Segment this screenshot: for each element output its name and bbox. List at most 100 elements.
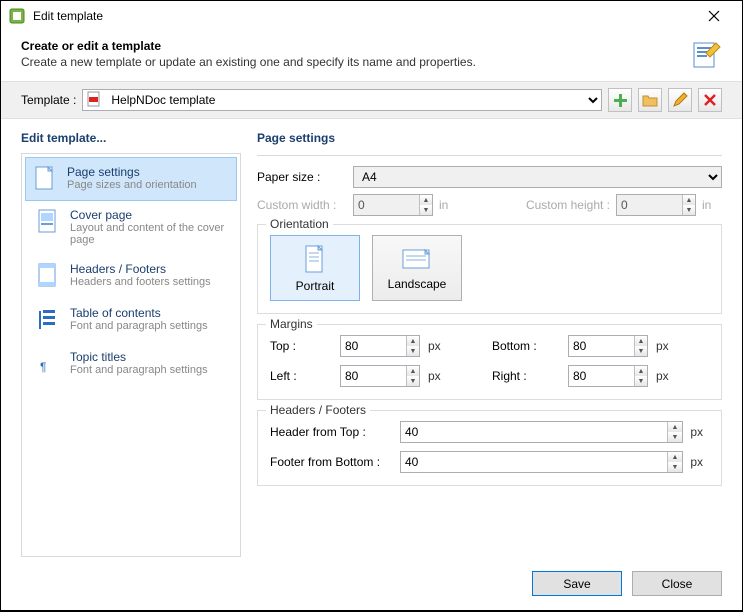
sidebar-title: Edit template... bbox=[21, 131, 241, 145]
spin-down-icon[interactable]: ▼ bbox=[635, 346, 647, 356]
add-template-button[interactable] bbox=[608, 88, 632, 112]
spin-up-icon: ▲ bbox=[420, 195, 432, 205]
footer: Save Close bbox=[1, 561, 742, 610]
margins-legend: Margins bbox=[266, 317, 317, 331]
toc-icon bbox=[36, 306, 60, 334]
hf-legend: Headers / Footers bbox=[266, 403, 370, 417]
spin-up-icon: ▲ bbox=[683, 195, 695, 205]
app-icon bbox=[9, 8, 25, 24]
margin-bottom-label: Bottom : bbox=[492, 339, 568, 353]
margin-left-input[interactable] bbox=[341, 366, 406, 386]
edit-template-button[interactable] bbox=[668, 88, 692, 112]
footer-from-bottom-input[interactable] bbox=[401, 452, 667, 472]
header-from-top-label: Header from Top : bbox=[270, 425, 400, 439]
landscape-label: Landscape bbox=[388, 277, 447, 291]
footer-from-bottom-spin[interactable]: ▲▼ bbox=[400, 451, 683, 473]
delete-template-button[interactable] bbox=[698, 88, 722, 112]
margins-group: Margins Top : ▲▼ px Bottom : ▲▼ px Left … bbox=[257, 324, 722, 400]
header-subtitle: Create a new template or update an exist… bbox=[21, 55, 690, 69]
svg-text:¶: ¶ bbox=[40, 360, 46, 374]
spin-up-icon[interactable]: ▲ bbox=[635, 336, 647, 346]
portrait-page-icon bbox=[302, 244, 328, 276]
orientation-portrait-button[interactable]: Portrait bbox=[270, 235, 360, 301]
window-title: Edit template bbox=[33, 9, 694, 23]
orientation-landscape-button[interactable]: Landscape bbox=[372, 235, 462, 301]
unit-in: in bbox=[439, 198, 459, 212]
pilcrow-icon: ¶ bbox=[36, 350, 60, 378]
sidebar-item-topic-titles[interactable]: ¶ Topic titles Font and paragraph settin… bbox=[26, 342, 236, 386]
unit-px: px bbox=[656, 369, 676, 383]
header: Create or edit a template Create a new t… bbox=[1, 31, 742, 81]
margin-right-spin[interactable]: ▲▼ bbox=[568, 365, 648, 387]
spin-up-icon[interactable]: ▲ bbox=[668, 452, 682, 462]
titlebar: Edit template bbox=[1, 1, 742, 31]
header-title: Create or edit a template bbox=[21, 39, 690, 53]
template-edit-icon bbox=[690, 39, 722, 71]
sidebar-item-desc: Layout and content of the cover page bbox=[70, 222, 226, 246]
margin-right-input[interactable] bbox=[569, 366, 634, 386]
unit-px: px bbox=[683, 455, 703, 469]
template-select[interactable]: HelpNDoc template bbox=[82, 89, 602, 111]
header-from-top-spin[interactable]: ▲▼ bbox=[400, 421, 683, 443]
sidebar-item-label: Page settings bbox=[67, 165, 197, 179]
sidebar-item-desc: Headers and footers settings bbox=[70, 276, 211, 288]
portrait-label: Portrait bbox=[296, 279, 335, 293]
unit-px: px bbox=[428, 369, 448, 383]
main-title: Page settings bbox=[257, 131, 722, 145]
custom-width-label: Custom width : bbox=[257, 198, 347, 212]
unit-px: px bbox=[428, 339, 448, 353]
custom-height-label: Custom height : bbox=[526, 198, 610, 212]
sidebar: Edit template... Page settings Page size… bbox=[21, 131, 241, 557]
close-window-button[interactable] bbox=[694, 2, 734, 30]
spin-down-icon[interactable]: ▼ bbox=[668, 432, 682, 442]
sidebar-item-cover-page[interactable]: Cover page Layout and content of the cov… bbox=[26, 200, 236, 254]
sidebar-item-table-of-contents[interactable]: Table of contents Font and paragraph set… bbox=[26, 298, 236, 342]
orientation-legend: Orientation bbox=[266, 217, 333, 231]
spin-down-icon[interactable]: ▼ bbox=[668, 462, 682, 472]
sidebar-item-label: Table of contents bbox=[70, 306, 208, 320]
custom-height-spin: ▲▼ bbox=[616, 194, 696, 216]
spin-down-icon: ▼ bbox=[420, 205, 432, 215]
sidebar-item-desc: Font and paragraph settings bbox=[70, 364, 208, 376]
spin-up-icon[interactable]: ▲ bbox=[407, 366, 419, 376]
unit-px: px bbox=[683, 425, 703, 439]
custom-width-spin: ▲▼ bbox=[353, 194, 433, 216]
main-pane: Page settings Paper size : A4 Custom wid… bbox=[257, 131, 722, 557]
headers-footers-group: Headers / Footers Header from Top : ▲▼ p… bbox=[257, 410, 722, 486]
dialog-window: Edit template Create or edit a template … bbox=[1, 1, 742, 610]
spin-down-icon[interactable]: ▼ bbox=[407, 346, 419, 356]
sidebar-list: Page settings Page sizes and orientation… bbox=[21, 153, 241, 557]
margin-left-label: Left : bbox=[270, 369, 340, 383]
sidebar-item-desc: Font and paragraph settings bbox=[70, 320, 208, 332]
close-button[interactable]: Close bbox=[632, 571, 722, 596]
margin-left-spin[interactable]: ▲▼ bbox=[340, 365, 420, 387]
margin-top-label: Top : bbox=[270, 339, 340, 353]
sidebar-item-headers-footers[interactable]: Headers / Footers Headers and footers se… bbox=[26, 254, 236, 298]
margin-bottom-input[interactable] bbox=[569, 336, 634, 356]
spin-up-icon[interactable]: ▲ bbox=[635, 366, 647, 376]
spin-down-icon[interactable]: ▼ bbox=[635, 376, 647, 386]
landscape-page-icon bbox=[400, 246, 434, 274]
paper-size-select[interactable]: A4 bbox=[353, 166, 722, 188]
unit-in: in bbox=[702, 198, 722, 212]
header-from-top-input[interactable] bbox=[401, 422, 667, 442]
unit-px: px bbox=[656, 339, 676, 353]
margin-right-label: Right : bbox=[492, 369, 568, 383]
cover-page-icon bbox=[36, 208, 60, 236]
save-button[interactable]: Save bbox=[532, 571, 622, 596]
sidebar-item-label: Cover page bbox=[70, 208, 226, 222]
spin-down-icon[interactable]: ▼ bbox=[407, 376, 419, 386]
paper-size-label: Paper size : bbox=[257, 170, 347, 184]
sidebar-item-label: Headers / Footers bbox=[70, 262, 211, 276]
orientation-group: Orientation Portrait Landscape bbox=[257, 224, 722, 314]
margin-top-input[interactable] bbox=[341, 336, 406, 356]
template-toolbar: Template : HelpNDoc template bbox=[1, 81, 742, 119]
custom-width-input bbox=[354, 195, 419, 215]
sidebar-item-page-settings[interactable]: Page settings Page sizes and orientation bbox=[25, 157, 237, 201]
open-template-button[interactable] bbox=[638, 88, 662, 112]
margin-bottom-spin[interactable]: ▲▼ bbox=[568, 335, 648, 357]
margin-top-spin[interactable]: ▲▼ bbox=[340, 335, 420, 357]
footer-from-bottom-label: Footer from Bottom : bbox=[270, 455, 400, 469]
spin-up-icon[interactable]: ▲ bbox=[668, 422, 682, 432]
spin-up-icon[interactable]: ▲ bbox=[407, 336, 419, 346]
